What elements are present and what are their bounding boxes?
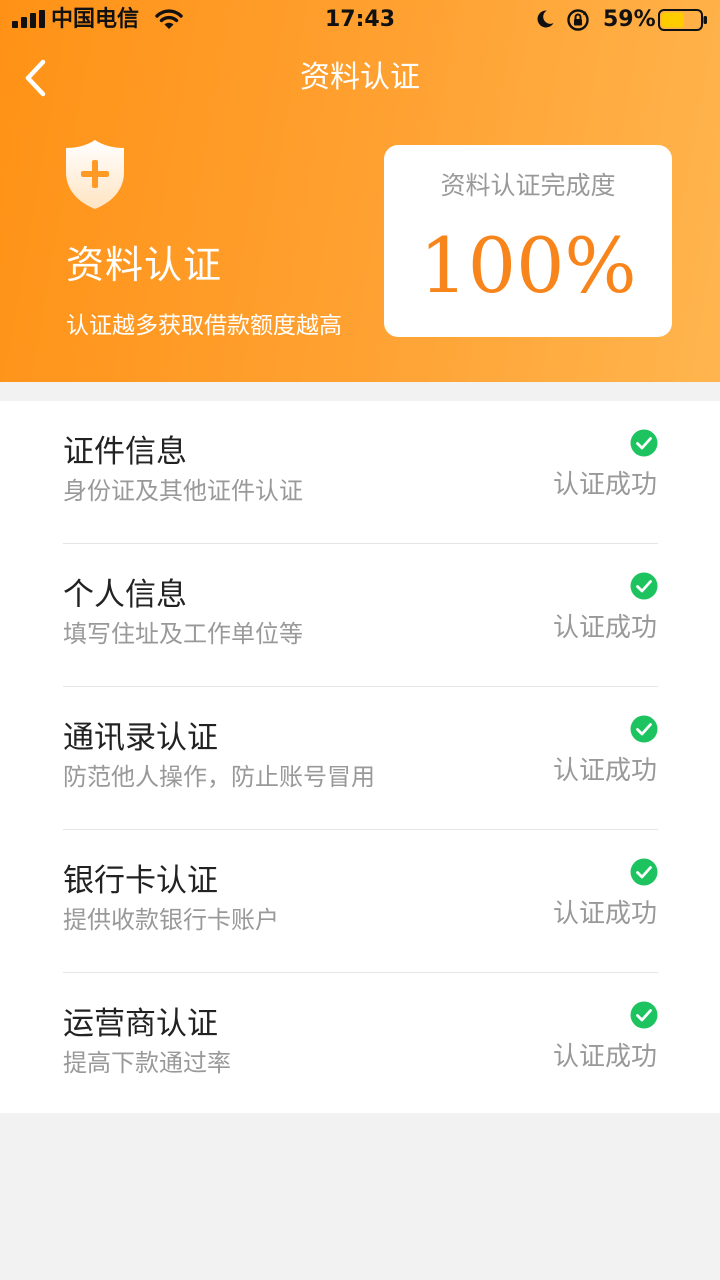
item-subtitle: 提高下款通过率 bbox=[63, 1049, 231, 1077]
list-item-id-info[interactable]: 证件信息 身份证及其他证件认证 认证成功 bbox=[0, 401, 720, 544]
list-item-contacts[interactable]: 通讯录认证 防范他人操作，防止账号冒用 认证成功 bbox=[0, 687, 720, 830]
list-item-bank-card[interactable]: 银行卡认证 提供收款银行卡账户 认证成功 bbox=[0, 830, 720, 973]
header-banner: 中国电信 17:43 59% 资料认证 资料认证 认证越多获取借款额度越高 资料… bbox=[0, 0, 720, 382]
page-title: 资料认证 bbox=[300, 60, 420, 95]
shield-plus-icon bbox=[66, 140, 124, 209]
completion-label: 资料认证完成度 bbox=[440, 171, 616, 200]
item-subtitle: 提供收款银行卡账户 bbox=[63, 906, 279, 934]
check-circle-icon bbox=[630, 429, 658, 457]
battery-percent: 59% bbox=[603, 7, 656, 32]
item-title: 银行卡认证 bbox=[63, 863, 218, 899]
hero-subtitle: 认证越多获取借款额度越高 bbox=[66, 313, 342, 339]
item-title: 通讯录认证 bbox=[63, 720, 218, 756]
check-circle-icon bbox=[630, 1001, 658, 1029]
status-text: 认证成功 bbox=[552, 470, 657, 500]
status-text: 认证成功 bbox=[552, 899, 657, 929]
item-subtitle: 填写住址及工作单位等 bbox=[63, 620, 303, 648]
item-title: 证件信息 bbox=[63, 434, 187, 470]
rotation-lock-icon bbox=[567, 9, 589, 31]
item-subtitle: 防范他人操作，防止账号冒用 bbox=[63, 763, 375, 791]
check-circle-icon bbox=[630, 858, 658, 886]
status-bar: 中国电信 17:43 59% bbox=[0, 0, 720, 40]
status-text: 认证成功 bbox=[552, 756, 657, 786]
hero-title: 资料认证 bbox=[66, 243, 223, 287]
status-text: 认证成功 bbox=[552, 613, 657, 643]
verification-list: 证件信息 身份证及其他证件认证 认证成功 个人信息 填写住址及工作单位等 认证成… bbox=[0, 401, 720, 1113]
check-circle-icon bbox=[630, 715, 658, 743]
completion-value: 100% bbox=[419, 221, 637, 310]
list-item-personal-info[interactable]: 个人信息 填写住址及工作单位等 认证成功 bbox=[0, 544, 720, 687]
status-text: 认证成功 bbox=[552, 1042, 657, 1072]
battery-icon bbox=[658, 9, 707, 31]
completion-card: 资料认证完成度 100% bbox=[384, 145, 672, 337]
item-title: 个人信息 bbox=[63, 577, 187, 613]
item-title: 运营商认证 bbox=[63, 1006, 218, 1042]
check-circle-icon bbox=[630, 572, 658, 600]
list-item-carrier[interactable]: 运营商认证 提高下款通过率 认证成功 bbox=[0, 973, 720, 1116]
item-subtitle: 身份证及其他证件认证 bbox=[63, 477, 303, 505]
moon-icon bbox=[537, 10, 554, 28]
